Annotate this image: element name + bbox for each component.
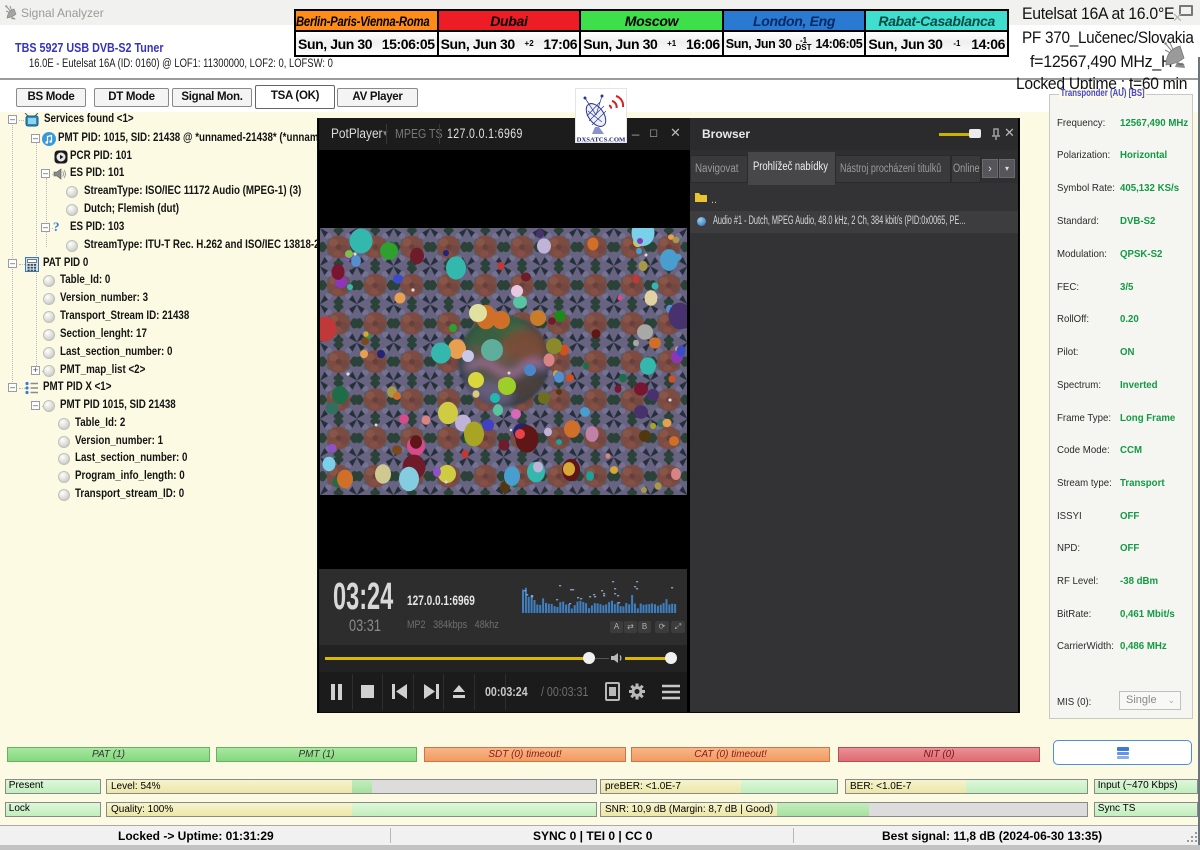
svg-text:00:03:24: 00:03:24: [485, 684, 528, 699]
svg-text:/ 00:03:31: / 00:03:31: [541, 684, 589, 699]
svg-text:sat: sat: [1178, 61, 1184, 66]
svg-text:DXSATCS.COM: DXSATCS.COM: [577, 137, 626, 143]
